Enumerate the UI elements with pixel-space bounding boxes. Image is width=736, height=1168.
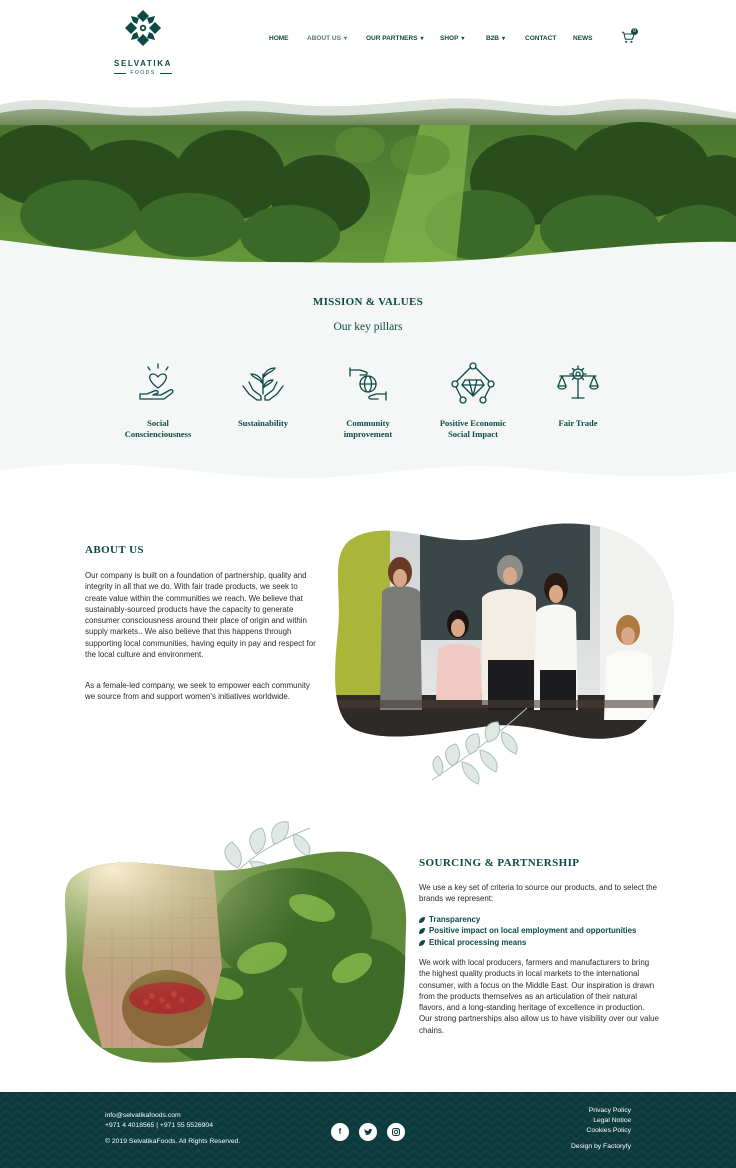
cart-count-badge: 0 — [631, 28, 638, 35]
nav-our-partners[interactable]: OUR PARTNERS ▾ — [366, 35, 424, 42]
nav-news-label: NEWS — [573, 35, 593, 42]
pillar-label-line1: Positive Economic — [439, 418, 507, 428]
pillar-label-line1: Community — [346, 418, 390, 428]
nav-contact-label: CONTACT — [525, 35, 557, 42]
chevron-down-icon: ▾ — [343, 36, 347, 42]
pillar-label-line1: Social — [147, 418, 169, 428]
pillar-label-line2: improvement — [343, 429, 393, 439]
plant-hands-icon — [242, 367, 284, 401]
design-credit[interactable]: Design by Factoryfy — [571, 1142, 631, 1152]
site-header: SELVATIKA FOODS HOME ABOUT US ▾ OUR PARTN… — [0, 0, 736, 96]
criteria-label: Positive impact on local employment and … — [429, 926, 637, 936]
chevron-down-icon: ▾ — [502, 36, 506, 42]
nav-shop-label: SHOP — [440, 35, 459, 42]
nav-shop[interactable]: SHOP ▾ — [440, 35, 464, 42]
twitter-icon — [364, 1128, 373, 1136]
twitter-button[interactable] — [359, 1123, 377, 1141]
nav-news[interactable]: NEWS — [573, 35, 593, 42]
pillar-fair-trade: Fair Trade — [523, 360, 633, 429]
mission-subtitle: Our key pillars — [333, 321, 403, 333]
legal-notice-link[interactable]: Legal Notice — [593, 1116, 631, 1126]
facebook-button[interactable]: f — [331, 1123, 349, 1141]
pillar-social-conscienciousness: Social Conscienciousness — [103, 360, 213, 440]
footer-copyright: © 2019 SelvatikaFoods. All Rights Reserv… — [105, 1138, 241, 1145]
list-item: Transparency — [419, 914, 636, 925]
brand-subname: FOODS — [108, 70, 178, 76]
leaf-decoration-icon — [431, 707, 528, 785]
brand-name: SELVATIKA — [114, 59, 172, 68]
leaf-bullet-icon — [419, 928, 425, 935]
instagram-button[interactable] — [387, 1123, 405, 1141]
pillar-label-line1: Sustainability — [237, 418, 289, 428]
pillar-community-improvement: Community improvement — [313, 360, 423, 440]
cart-button[interactable]: 0 — [621, 28, 638, 45]
privacy-policy-link[interactable]: Privacy Policy — [589, 1106, 631, 1116]
scale-gear-icon — [557, 365, 599, 399]
pillar-sustainability: Sustainability — [208, 360, 318, 429]
nav-about-us[interactable]: ABOUT US ▾ — [307, 35, 347, 42]
logo-mark-icon — [125, 10, 161, 46]
cookies-policy-link[interactable]: Cookies Policy — [586, 1126, 631, 1136]
sourcing-intro: We use a key set of criteria to source o… — [419, 883, 658, 904]
nav-about-us-label: ABOUT US — [307, 35, 341, 42]
sourcing-body: We work with local producers, farmers an… — [419, 958, 659, 1035]
instagram-icon — [392, 1128, 400, 1136]
footer-email[interactable]: info@selvatikafoods.com — [105, 1111, 181, 1121]
leaf-bullet-icon — [419, 916, 425, 923]
pillar-label-line1: Fair Trade — [558, 418, 598, 428]
nav-home-label: HOME — [269, 35, 289, 42]
sourcing-title: SOURCING & PARTNERSHIP — [419, 857, 580, 869]
coffee-harvest-photo — [64, 851, 407, 1063]
pillar-label-line2: Conscienciousness — [124, 429, 192, 439]
criteria-list: Transparency Positive impact on local em… — [419, 914, 636, 948]
pillar-positive-economic-social-impact: Positive Economic Social Impact — [418, 360, 528, 440]
chevron-down-icon: ▾ — [461, 36, 465, 42]
nav-contact[interactable]: CONTACT — [525, 35, 556, 42]
nav-our-partners-label: OUR PARTNERS — [366, 35, 418, 42]
chevron-down-icon: ▾ — [420, 36, 424, 42]
criteria-label: Ethical processing means — [429, 937, 527, 947]
nav-home[interactable]: HOME — [269, 35, 289, 42]
mission-title: MISSION & VALUES — [312, 296, 424, 308]
heart-hand-icon — [139, 363, 174, 400]
list-item: Positive impact on local employment and … — [419, 925, 636, 936]
criteria-label: Transparency — [429, 915, 481, 924]
about-paragraph-1: Our company is built on a foundation of … — [85, 571, 316, 660]
globe-hands-icon — [349, 367, 387, 401]
nav-b2b[interactable]: B2B ▾ — [486, 35, 505, 42]
diamond-network-icon — [451, 362, 495, 404]
pillar-label-line2: Social Impact — [448, 429, 498, 439]
brand-logo[interactable]: SELVATIKA FOODS — [108, 8, 178, 76]
facebook-icon: f — [338, 1127, 342, 1136]
footer-phone[interactable]: +971 4 4018565 | +971 55 5526904 — [105, 1121, 213, 1131]
about-title: ABOUT US — [85, 544, 144, 556]
leaf-bullet-icon — [419, 939, 425, 946]
nav-b2b-label: B2B — [486, 35, 500, 42]
list-item: Ethical processing means — [419, 937, 636, 948]
about-paragraph-2: As a female-led company, we seek to empo… — [85, 681, 310, 702]
